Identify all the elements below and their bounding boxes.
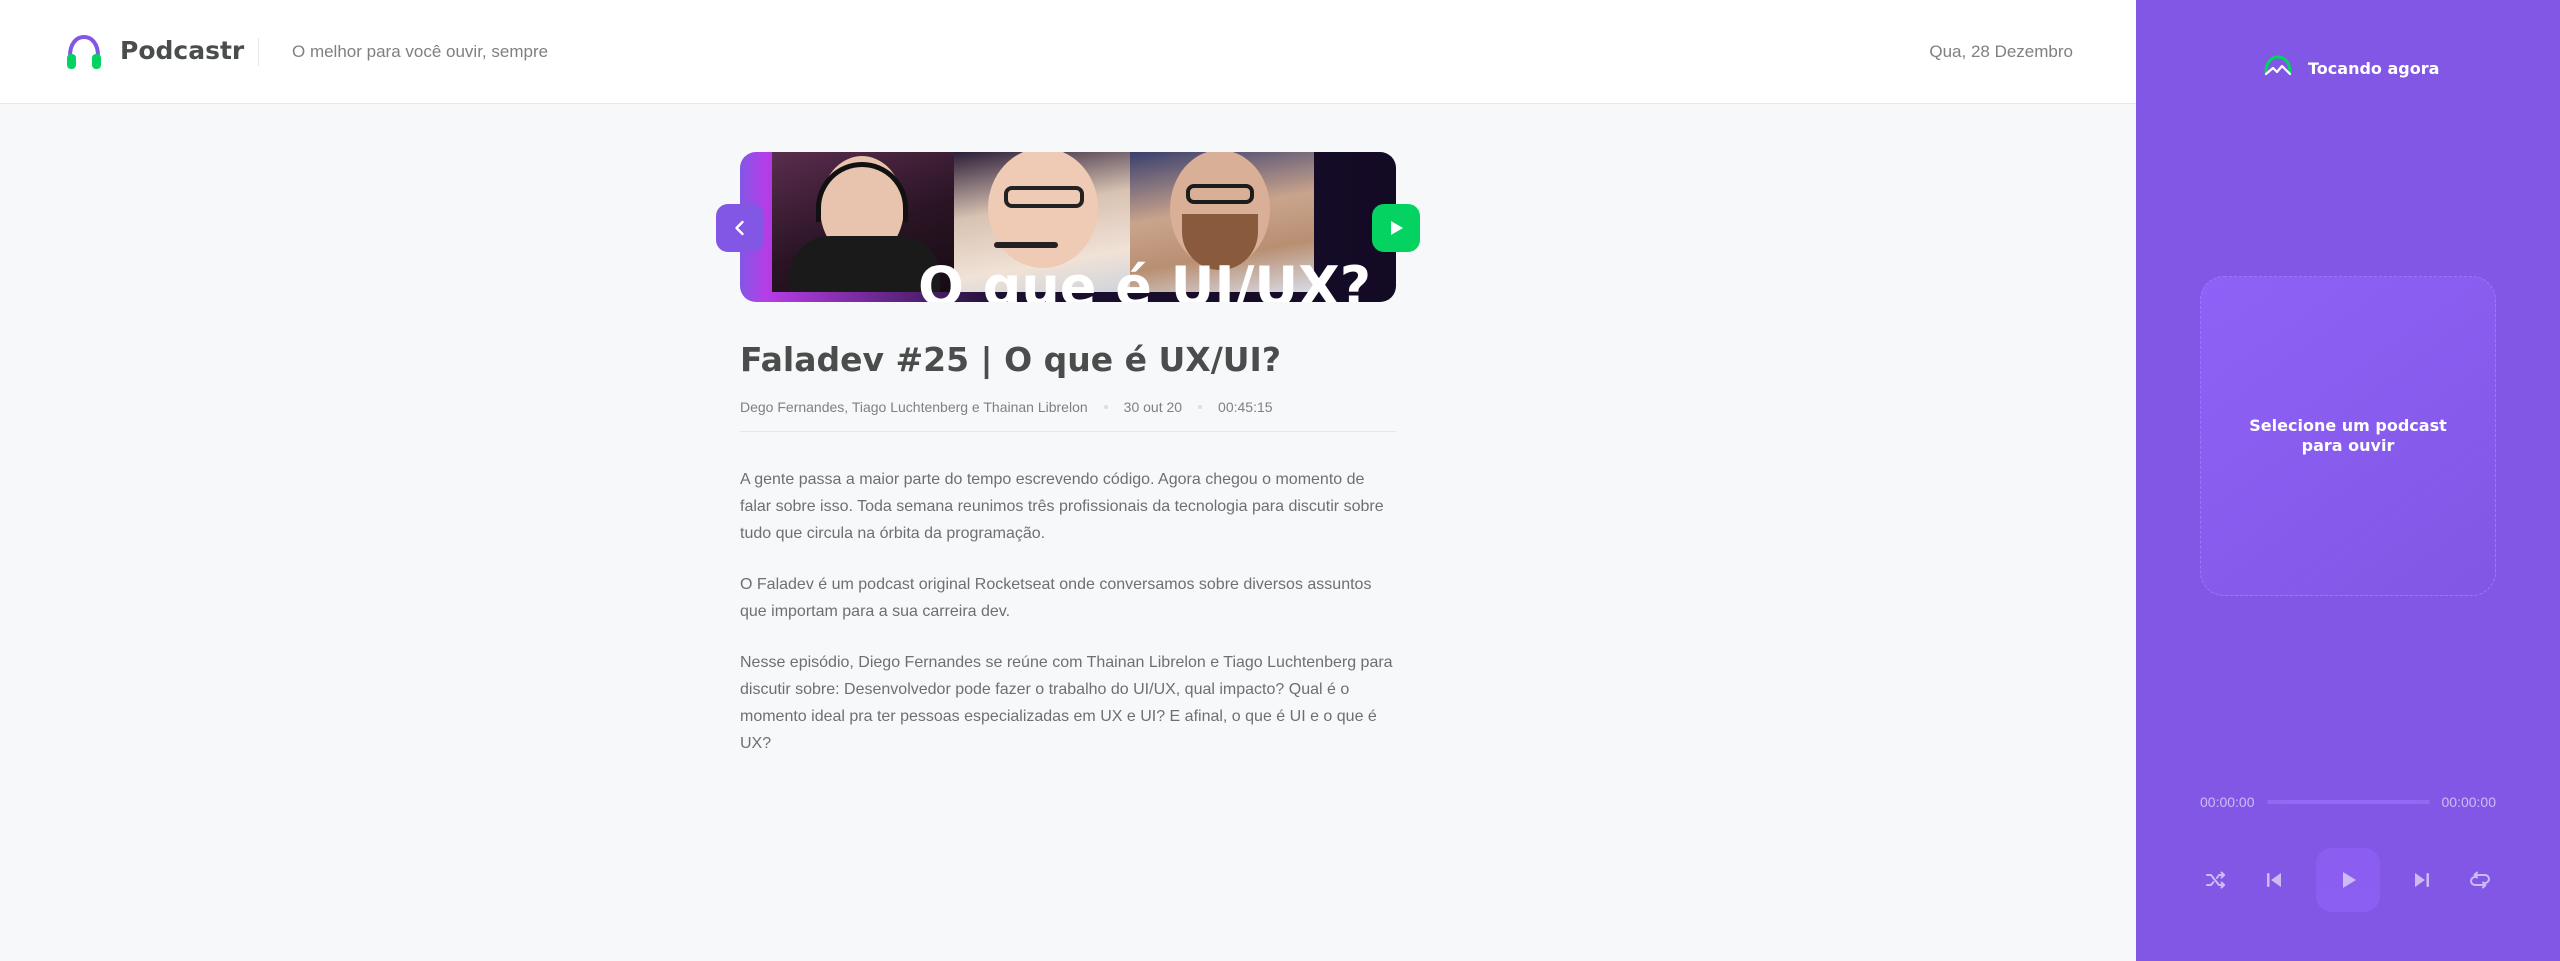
episode-members: Dego Fernandes, Tiago Luchtenberg e Thai…: [740, 399, 1088, 415]
episode-meta: Dego Fernandes, Tiago Luchtenberg e Thai…: [740, 399, 1396, 432]
previous-button[interactable]: [2258, 864, 2290, 896]
player-header: Tocando agora: [2262, 52, 2439, 84]
play-episode-button[interactable]: [1372, 204, 1420, 252]
next-icon: [2415, 873, 2429, 887]
episode-duration: 00:45:15: [1218, 399, 1273, 415]
headphones-icon: [67, 34, 101, 69]
meta-separator: [1103, 405, 1108, 409]
app-name: Podcastr: [120, 36, 245, 65]
episode-title: Faladev #25 | O que é UX/UI?: [740, 340, 1281, 379]
current-time: 00:00:00: [2200, 794, 2255, 810]
progress-area: 00:00:00 00:00:00: [2200, 792, 2496, 812]
thumbnail-title: O que é UI/UX?: [918, 255, 1372, 303]
app-tagline: O melhor para você ouvir, sempre: [292, 42, 549, 61]
episode-details: O que é UI/UX? Faladev #25 | O que é UX/…: [740, 152, 1396, 781]
description-paragraph: O Faladev é um podcast original Rocketse…: [740, 576, 1372, 620]
shuffle-icon: [2206, 871, 2225, 889]
total-time: 00:00:00: [2441, 794, 2497, 810]
description-paragraph: Nesse episódio, Diego Fernandes se reúne…: [740, 654, 1393, 752]
player-controls: [2200, 848, 2496, 912]
player-panel: Tocando agora Selecione um podcast para …: [2136, 0, 2560, 961]
progress-slider[interactable]: [2266, 800, 2430, 804]
player-title: Tocando agora: [2308, 58, 2440, 78]
repeat-icon: [2470, 871, 2490, 889]
meta-separator: [1198, 405, 1203, 409]
episode-date: 30 out 20: [1123, 399, 1183, 415]
shuffle-button[interactable]: [2200, 864, 2232, 896]
play-pause-button[interactable]: [2316, 848, 2380, 912]
header-divider: [258, 38, 259, 66]
current-date: Qua, 28 Dezembro: [1929, 42, 2073, 61]
episode-thumbnail: O que é UI/UX?: [740, 152, 1396, 302]
main-column: Podcastr O melhor para você ouvir, sempr…: [0, 0, 2136, 961]
episode-description: A gente passa a maior parte do tempo esc…: [740, 466, 1396, 757]
play-icon: [2343, 872, 2356, 888]
description-paragraph: A gente passa a maior parte do tempo esc…: [740, 471, 1384, 542]
chevron-left-icon: [735, 220, 744, 236]
empty-player-message: Selecione um podcast para ouvir: [2249, 416, 2447, 455]
next-button[interactable]: [2406, 864, 2438, 896]
back-button[interactable]: [716, 204, 764, 252]
previous-icon: [2267, 873, 2281, 887]
top-header: Podcastr O melhor para você ouvir, sempr…: [0, 0, 2136, 104]
play-icon: [1391, 221, 1403, 235]
repeat-button[interactable]: [2464, 864, 2496, 896]
empty-player-card: Selecione um podcast para ouvir: [2200, 276, 2496, 596]
now-playing-icon: [2264, 55, 2292, 76]
